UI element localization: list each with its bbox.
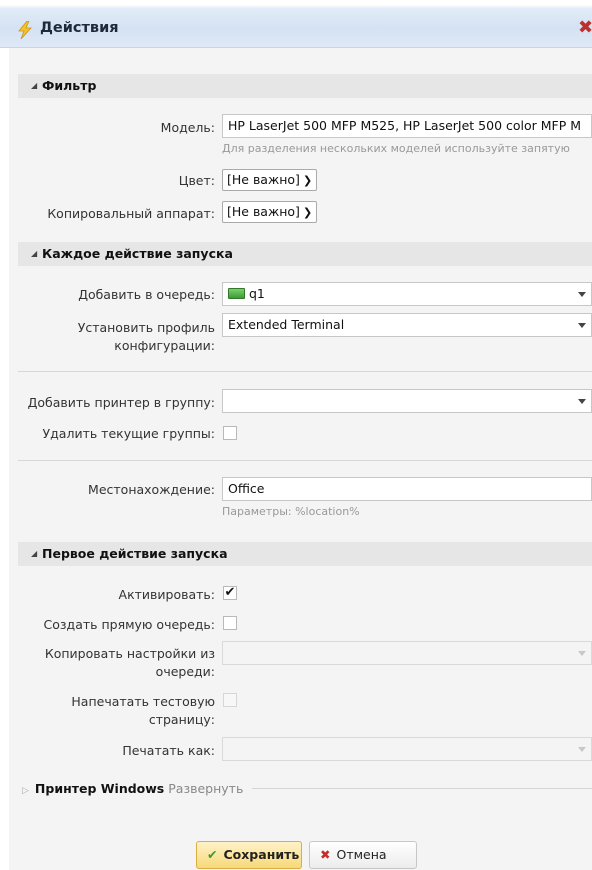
dropdown-arrow-icon[interactable] <box>578 292 586 297</box>
direct-queue-label: Создать прямую очередь: <box>43 617 215 632</box>
group-label: Добавить принтер в группу: <box>27 395 215 410</box>
location-input[interactable]: Office <box>222 477 592 501</box>
section-windows-printer[interactable]: ▷ Принтер Windows Развернуть <box>22 781 243 796</box>
window-title: Действия <box>40 20 119 36</box>
save-button[interactable]: ✔ Сохранить <box>196 841 302 869</box>
chevron-down-icon: ❯ <box>302 206 313 219</box>
copier-select-value: [Не важно] <box>227 204 300 219</box>
remove-groups-label: Удалить текущие группы: <box>42 426 215 441</box>
activate-label: Активировать: <box>118 587 215 602</box>
section-each-run-title: Каждое действие запуска <box>42 246 233 261</box>
windows-printer-title: Принтер Windows <box>34 781 165 796</box>
model-hint: Для разделения нескольких моделей исполь… <box>222 142 570 155</box>
print-as-combo[interactable] <box>222 737 592 761</box>
close-icon[interactable]: ✖ <box>578 17 592 38</box>
expand-link[interactable]: Развернуть <box>168 781 243 796</box>
color-select-value: [Не важно] <box>227 172 300 187</box>
queue-combo-value: q1 <box>249 286 265 301</box>
section-first-run-title: Первое действие запуска <box>42 546 228 561</box>
section-first-run-header[interactable]: ◢ Первое действие запуска <box>18 542 592 566</box>
queue-label: Добавить в очередь: <box>78 287 215 302</box>
copy-settings-combo[interactable] <box>222 641 592 665</box>
model-label: Модель: <box>160 120 215 135</box>
test-page-checkbox[interactable] <box>223 693 237 707</box>
window-titlebar: Действия ✖ <box>0 0 592 48</box>
collapse-triangle-icon: ◢ <box>31 81 38 90</box>
copy-settings-label-line2: очереди: <box>155 664 215 679</box>
collapse-triangle-icon: ◢ <box>31 249 38 258</box>
profile-label-line2: конфигурации: <box>114 338 215 353</box>
model-input[interactable]: HP LaserJet 500 MFP M525, HP LaserJet 50… <box>222 114 592 138</box>
save-button-label: Сохранить <box>223 847 300 862</box>
copier-label: Копировальный аппарат: <box>47 206 215 221</box>
queue-combo[interactable]: q1 <box>222 282 592 306</box>
dropdown-arrow-icon[interactable] <box>578 747 586 752</box>
section-filter-header[interactable]: ◢ Фильтр <box>18 74 592 98</box>
close-icon: ✖ <box>320 847 331 862</box>
direct-queue-checkbox[interactable] <box>223 616 237 630</box>
collapse-triangle-icon: ◢ <box>31 549 38 558</box>
location-hint: Параметры: %location% <box>222 505 360 518</box>
group-combo[interactable] <box>222 389 592 413</box>
cancel-button-label: Отмена <box>336 847 387 862</box>
divider <box>252 788 592 789</box>
cancel-button[interactable]: ✖ Отмена <box>309 841 417 869</box>
dropdown-arrow-icon[interactable] <box>578 651 586 656</box>
dropdown-arrow-icon[interactable] <box>578 399 586 404</box>
queue-icon <box>228 288 245 299</box>
test-page-label-line2: страницу: <box>148 712 215 727</box>
test-page-label-line1: Напечатать тестовую <box>71 694 215 709</box>
activate-checkbox[interactable]: ✔ <box>223 586 237 600</box>
section-each-run-header[interactable]: ◢ Каждое действие запуска <box>18 242 592 266</box>
copy-settings-label-line1: Копировать настройки из <box>44 646 215 661</box>
print-as-label: Печатать как: <box>122 743 215 758</box>
profile-combo[interactable]: Extended Terminal <box>222 313 592 337</box>
lightning-icon <box>18 21 32 39</box>
checkmark-icon: ✔ <box>207 847 218 862</box>
profile-label-line1: Установить профиль <box>77 320 215 335</box>
dropdown-arrow-icon[interactable] <box>578 323 586 328</box>
divider <box>18 371 592 372</box>
color-select[interactable]: [Не важно] ❯ <box>222 169 318 191</box>
chevron-down-icon: ❯ <box>302 174 313 187</box>
divider <box>18 460 592 461</box>
color-label: Цвет: <box>178 173 215 188</box>
profile-combo-value: Extended Terminal <box>228 317 345 332</box>
remove-groups-checkbox[interactable] <box>223 426 237 440</box>
expand-triangle-icon: ▷ <box>22 786 29 796</box>
copier-select[interactable]: [Не важно] ❯ <box>222 201 318 223</box>
section-filter-title: Фильтр <box>42 78 97 93</box>
location-label: Местонахождение: <box>88 482 215 497</box>
